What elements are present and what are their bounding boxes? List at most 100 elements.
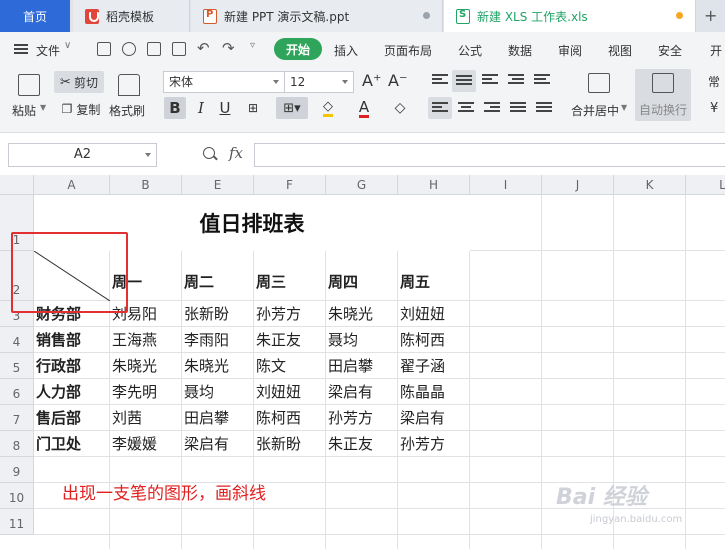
column-header-g[interactable]: G [326,175,398,195]
column-header-l[interactable]: L [686,175,725,195]
justify-icon[interactable] [510,102,526,114]
export-icon[interactable] [122,42,136,56]
column-header-h[interactable]: H [398,175,470,195]
staff-cell[interactable]: 梁启有 [326,379,398,405]
strike-button[interactable]: ⊞ [242,97,264,119]
align-right-icon[interactable] [484,102,500,114]
font-name-select[interactable]: 宋体 [163,71,285,93]
column-header-a[interactable]: A [34,175,110,195]
staff-cell[interactable]: 孙芳方 [398,431,470,457]
menu-data[interactable]: 数据 [508,42,532,59]
merge-center-button[interactable]: 合并居中 [571,102,619,119]
department-cell[interactable]: 门卫处 [34,431,110,457]
staff-cell[interactable]: 朱正友 [326,431,398,457]
staff-cell[interactable]: 朱晓光 [182,353,254,379]
distribute-icon[interactable] [536,102,552,114]
staff-cell[interactable]: 李先明 [110,379,182,405]
menu-review[interactable]: 审阅 [558,42,582,59]
menu-security[interactable]: 安全 [658,42,682,59]
staff-cell[interactable]: 陈文 [254,353,326,379]
row-header-9[interactable]: 9 [0,457,34,483]
staff-cell[interactable]: 陈柯西 [398,327,470,353]
number-format-select[interactable]: 常 [708,73,720,90]
align-top-icon[interactable] [432,74,448,86]
weekday-header-cell[interactable]: 周三 [254,251,326,295]
underline-button[interactable]: U [214,97,236,119]
cut-button[interactable]: ✂ 剪切 [54,71,104,93]
auto-wrap-button[interactable]: 自动换行 [635,69,691,121]
increase-font-icon[interactable]: A⁺ [362,71,381,90]
menu-file[interactable]: 文件 [36,42,60,59]
row-header-5[interactable]: 5 [0,353,34,379]
staff-cell[interactable]: 陈晶晶 [398,379,470,405]
staff-cell[interactable]: 田启攀 [182,405,254,431]
staff-cell[interactable]: 陈柯西 [254,405,326,431]
row-header-8[interactable]: 8 [0,431,34,457]
menu-view[interactable]: 视图 [608,42,632,59]
tab-ppt[interactable]: 新建 PPT 演示文稿.ppt [191,0,443,32]
column-header-j[interactable]: J [542,175,614,195]
row-header-4[interactable]: 4 [0,327,34,353]
department-cell[interactable]: 售后部 [34,405,110,431]
indent-increase-icon[interactable] [534,74,550,86]
save-icon[interactable] [97,42,111,56]
paste-button[interactable]: 粘贴 [12,102,36,119]
staff-cell[interactable]: 翟子涵 [398,353,470,379]
currency-icon[interactable]: ¥ [710,101,718,116]
staff-cell[interactable]: 孙芳方 [254,301,326,327]
format-painter-button[interactable]: 格式刷 [109,102,145,119]
column-header-i[interactable]: I [470,175,542,195]
tab-home[interactable]: 首页 [0,0,70,32]
staff-cell[interactable]: 刘妞妞 [254,379,326,405]
merge-center-icon[interactable] [588,73,610,93]
redo-icon[interactable]: ↷ [222,39,235,57]
menu-insert[interactable]: 插入 [334,42,358,59]
font-color-button[interactable]: A [350,97,378,119]
staff-cell[interactable]: 刘妞妞 [398,301,470,327]
weekday-header-cell[interactable]: 周四 [326,251,398,295]
copy-button[interactable]: ❐ 复制 [56,98,106,120]
decrease-font-icon[interactable]: A⁻ [388,71,407,90]
indent-decrease-icon[interactable] [508,74,524,86]
border-button[interactable]: ⊞▾ [276,97,308,119]
row-header-6[interactable]: 6 [0,379,34,405]
align-left-button[interactable] [428,97,452,119]
chevron-down-icon[interactable]: ∨ [64,40,71,51]
weekday-header-cell[interactable]: 周二 [182,251,254,295]
formula-input[interactable] [254,143,725,167]
paste-icon[interactable] [18,74,40,96]
quick-access-dropdown-icon[interactable]: ▿ [250,40,255,51]
department-cell[interactable]: 行政部 [34,353,110,379]
column-header-k[interactable]: K [614,175,686,195]
staff-cell[interactable]: 聂均 [182,379,254,405]
clear-button[interactable]: ◇ [386,97,414,119]
new-tab-plus-icon[interactable]: + [704,6,717,25]
hamburger-menu-icon[interactable] [14,44,28,54]
fill-color-button[interactable]: ◇ [314,97,342,119]
staff-cell[interactable]: 田启攀 [326,353,398,379]
align-bottom-icon[interactable] [482,74,498,86]
row-header-7[interactable]: 7 [0,405,34,431]
staff-cell[interactable]: 聂均 [326,327,398,353]
department-cell[interactable]: 人力部 [34,379,110,405]
print-preview-icon[interactable] [172,42,186,56]
bold-button[interactable]: B [164,97,186,119]
column-header-f[interactable]: F [254,175,326,195]
staff-cell[interactable]: 张新盼 [182,301,254,327]
select-all-corner[interactable] [0,175,34,195]
menu-more[interactable]: 开 [710,42,722,59]
weekday-header-cell[interactable]: 周五 [398,251,470,295]
staff-cell[interactable]: 刘茜 [110,405,182,431]
tab-ppt-close-dot[interactable] [423,12,430,19]
staff-cell[interactable]: 李媛媛 [110,431,182,457]
italic-button[interactable]: I [190,97,212,119]
staff-cell[interactable]: 朱晓光 [110,353,182,379]
font-size-select[interactable]: 12 [284,71,354,93]
align-middle-button[interactable] [452,70,476,92]
staff-cell[interactable]: 朱正友 [254,327,326,353]
zoom-icon[interactable] [203,147,215,159]
row-header-10[interactable]: 10 [0,483,34,509]
tab-daoke[interactable]: 稻壳模板 [73,0,190,32]
align-center-icon[interactable] [458,102,474,114]
name-box[interactable]: A2 [8,143,157,167]
